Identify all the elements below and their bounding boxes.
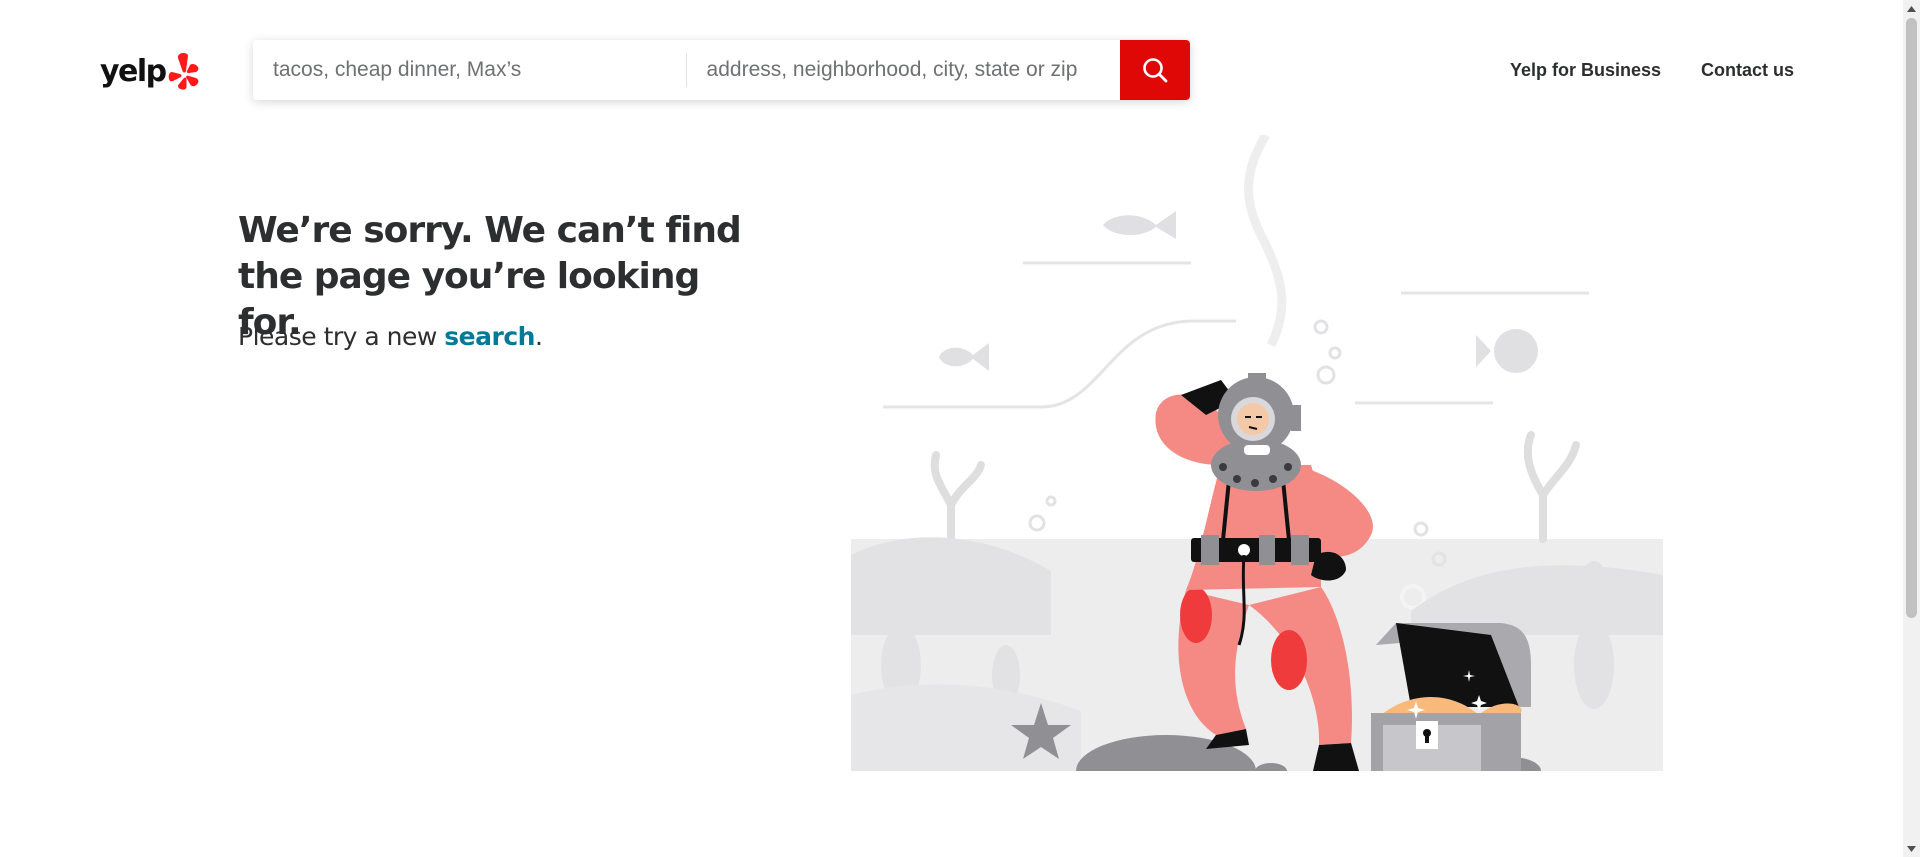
vertical-scrollbar[interactable] bbox=[1903, 0, 1920, 857]
contact-us-link[interactable]: Contact us bbox=[1701, 57, 1794, 83]
scroll-up-button[interactable] bbox=[1903, 0, 1920, 17]
triangle-down-icon bbox=[1907, 845, 1916, 852]
diver-illustration bbox=[851, 135, 1663, 771]
search-icon bbox=[1143, 58, 1168, 83]
search-button[interactable] bbox=[1120, 40, 1190, 100]
triangle-up-icon bbox=[1907, 5, 1916, 12]
near-input[interactable] bbox=[686, 40, 1121, 100]
yelp-for-business-link[interactable]: Yelp for Business bbox=[1510, 57, 1661, 83]
scroll-down-button[interactable] bbox=[1903, 840, 1920, 857]
yelp-logo[interactable]: yelp bbox=[100, 48, 204, 94]
find-input[interactable] bbox=[253, 40, 686, 100]
error-subtext: Please try a new search. bbox=[238, 320, 543, 354]
search-bar bbox=[253, 40, 1190, 100]
subtext-prefix: Please try a new bbox=[238, 322, 445, 351]
search-link[interactable]: search bbox=[444, 322, 535, 351]
scrollbar-thumb[interactable] bbox=[1906, 18, 1917, 618]
page: yelp Yelp for Business Contact us We’re … bbox=[0, 0, 1920, 857]
subtext-suffix: . bbox=[534, 322, 543, 351]
yelp-burst-icon bbox=[168, 53, 199, 90]
logo-wordmark: yelp bbox=[100, 53, 167, 89]
